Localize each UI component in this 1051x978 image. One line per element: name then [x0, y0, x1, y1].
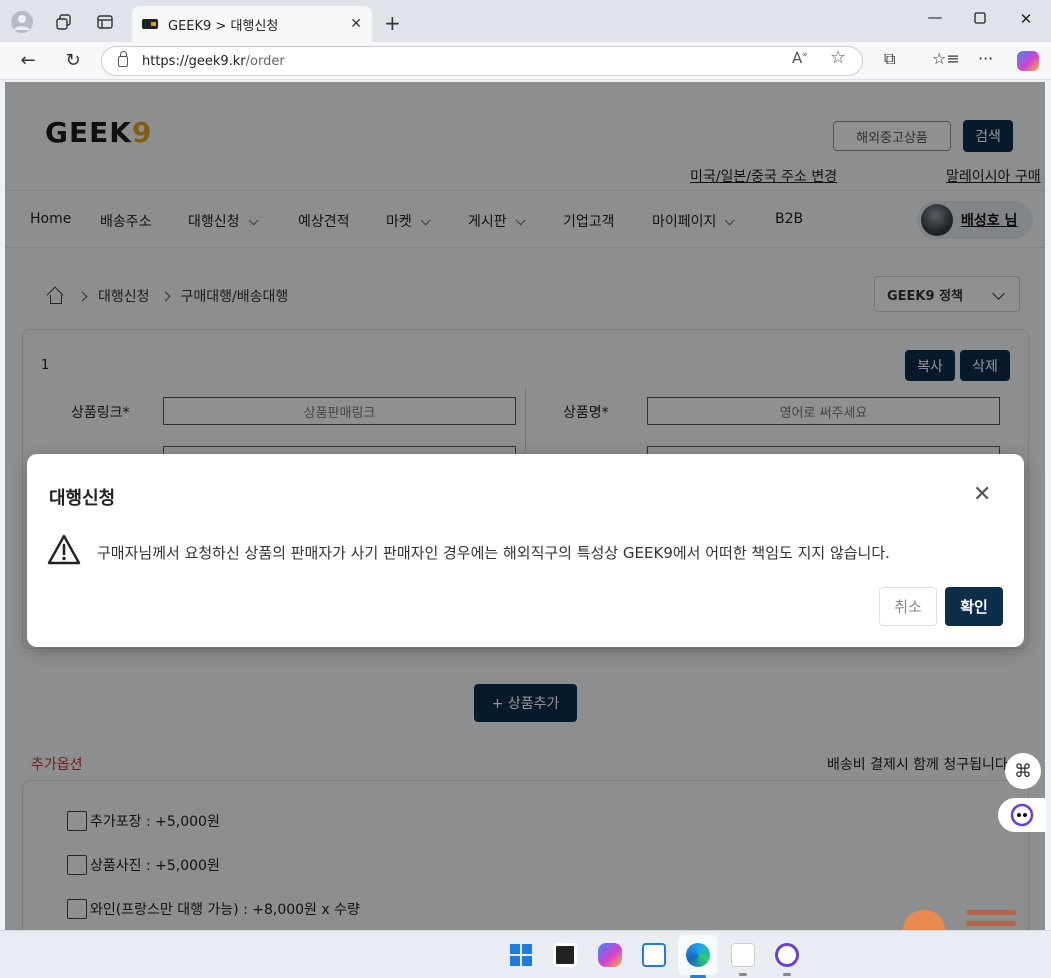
java-app-icon[interactable]	[731, 943, 755, 967]
shortcut-command-icon[interactable]: ⌘	[1005, 753, 1041, 789]
maximize-icon[interactable]	[970, 10, 990, 28]
chat-app-icon[interactable]	[775, 943, 799, 967]
tab-close-icon[interactable]: ✕	[350, 16, 362, 32]
order-confirm-dialog: 대행신청 ✕ 구매자님께서 요청하신 상품의 판매자가 사기 판매자인 경우에는…	[27, 454, 1024, 647]
warning-icon	[47, 534, 81, 570]
new-tab-button[interactable]: +	[384, 11, 401, 35]
windows-start-icon[interactable]	[510, 944, 532, 966]
extensions-icon[interactable]: ⧉	[884, 49, 895, 69]
copilot-icon[interactable]	[1017, 51, 1039, 71]
active-tab[interactable]: GEEK9 > 대행신청 ✕	[132, 6, 372, 42]
workspaces-icon[interactable]	[52, 10, 76, 34]
tab-actions-icon[interactable]	[93, 10, 117, 34]
more-menu-icon[interactable]: ···	[978, 49, 993, 68]
window-close-icon[interactable]: ✕	[1016, 10, 1036, 28]
lock-icon	[118, 50, 128, 67]
refresh-icon[interactable]: ↻	[61, 50, 85, 71]
confirm-button[interactable]: 확인	[945, 587, 1003, 626]
cancel-button[interactable]: 취소	[879, 587, 937, 626]
url-host: https://geek9.kr	[142, 53, 246, 69]
favorite-star-icon[interactable]: ☆	[830, 47, 846, 68]
url-path: /order	[245, 53, 285, 69]
address-bar: ← ↻ https://geek9.kr/order A» ☆ ⧉ ☆≡ ···	[0, 42, 1051, 80]
dialog-close-icon[interactable]: ✕	[973, 482, 991, 507]
minimize-icon[interactable]: —	[925, 8, 945, 26]
chat-bot-icon[interactable]	[998, 798, 1046, 832]
widgets-icon[interactable]	[642, 943, 666, 967]
running-app-indicator	[739, 973, 747, 976]
os-taskbar	[0, 930, 1051, 978]
edge-browser-icon[interactable]	[686, 943, 710, 967]
dialog-title: 대행신청	[49, 488, 116, 509]
url-input[interactable]: https://geek9.kr/order	[101, 46, 863, 76]
hamburger-menu-icon[interactable]	[966, 910, 1016, 930]
tab-title: GEEK9 > 대행신청	[168, 18, 279, 34]
running-app-indicator	[783, 973, 791, 976]
profile-icon[interactable]	[10, 10, 34, 34]
dialog-message: 구매자님께서 요청하신 상품의 판매자가 사기 판매자인 경우에는 해외직구의 …	[97, 544, 890, 562]
copilot-taskbar-icon[interactable]	[598, 943, 622, 967]
read-aloud-icon[interactable]: A»	[792, 49, 808, 67]
task-view-icon[interactable]	[553, 943, 577, 967]
favorites-icon[interactable]: ☆≡	[932, 49, 960, 68]
geek9-favicon-icon	[142, 19, 158, 29]
back-icon[interactable]: ←	[16, 50, 40, 71]
browser-tab-strip: GEEK9 > 대행신청 ✕ + — ✕	[0, 0, 1051, 42]
